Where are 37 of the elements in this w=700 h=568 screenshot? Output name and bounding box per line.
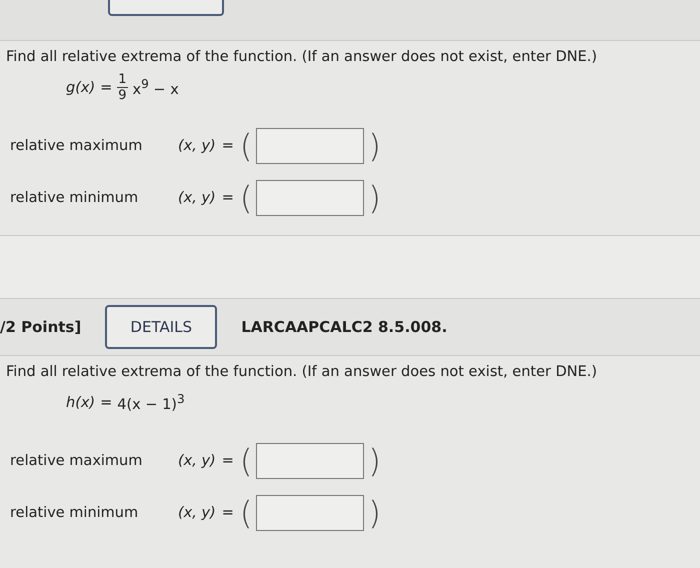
close-parenthesis: ) <box>368 182 381 214</box>
open-parenthesis: ( <box>240 444 252 477</box>
formula-expression: x$^{9}$ − x <box>132 77 179 98</box>
answer-field[interactable] <box>256 180 364 216</box>
equals-sign: = <box>222 190 234 206</box>
question-prompt: Find all relative extrema of the function. (If an answer does not exist, enter DNE.) <box>6 48 598 65</box>
open-parenthesis: ( <box>240 182 252 214</box>
open-parenthesis: ( <box>240 496 252 529</box>
answer-field[interactable] <box>256 128 364 164</box>
answer-label: relative maximum <box>9 452 144 469</box>
button-outline[interactable] <box>108 0 224 16</box>
close-parenthesis: ) <box>368 130 381 162</box>
problem-code: LARCAAPCALC2 8.5.008. <box>241 318 448 336</box>
answer-field[interactable] <box>256 494 364 531</box>
function-name: h(x) <box>66 394 96 411</box>
points-label: /2 Points] <box>0 318 82 336</box>
question-prompt: Find all relative extrema of the function. (If an answer does not exist, enter DNE.) <box>6 364 598 380</box>
formula-expression: 4(x − 1)$^{3}$ <box>117 392 185 414</box>
coordinate-pair: (x, y) <box>178 504 216 521</box>
close-parenthesis: ) <box>368 444 381 477</box>
equals-sign: = <box>222 452 234 469</box>
equals-sign: = <box>100 80 112 96</box>
coordinate-pair: (x, y) <box>178 452 216 469</box>
coordinate-pair: (x, y) <box>178 190 216 206</box>
details-button[interactable]: DETAILS <box>105 304 218 349</box>
answer-field[interactable] <box>256 442 364 479</box>
answer-label: relative minimum <box>9 504 140 521</box>
coordinate-pair: (x, y) <box>178 138 216 154</box>
equals-sign: = <box>222 138 234 154</box>
fraction: 1 9 <box>117 73 128 102</box>
equals-sign: = <box>222 504 234 521</box>
open-parenthesis: ( <box>240 130 252 162</box>
function-name: g(x) <box>66 80 96 96</box>
equals-sign: = <box>100 394 112 411</box>
answer-label: relative minimum <box>9 190 140 206</box>
answer-label: relative maximum <box>9 138 144 154</box>
close-parenthesis: ) <box>368 496 381 529</box>
